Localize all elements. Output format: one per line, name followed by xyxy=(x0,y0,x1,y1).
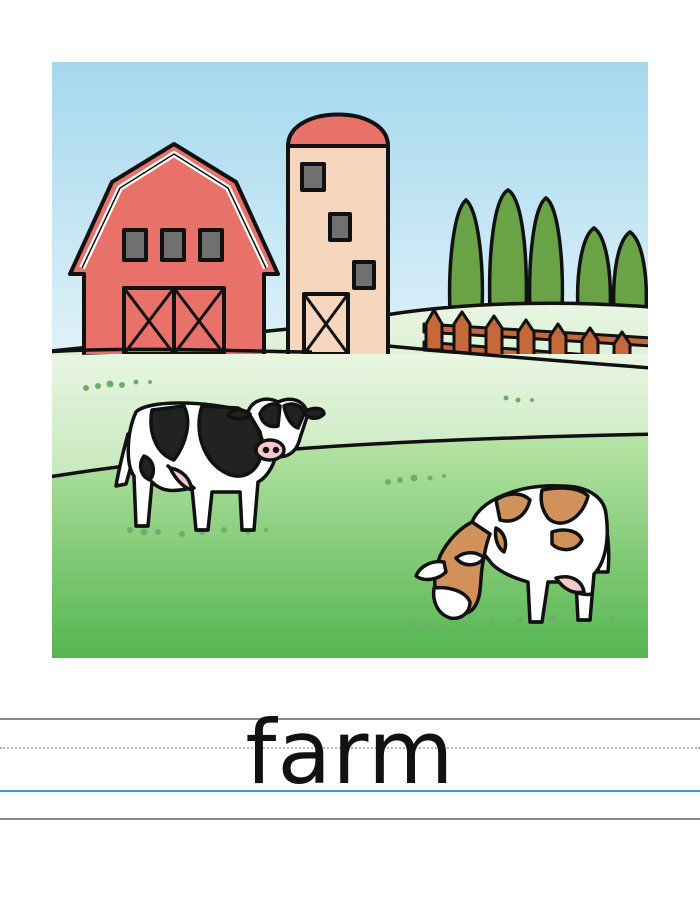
bottom-line xyxy=(0,818,700,820)
farm-illustration xyxy=(52,62,648,658)
vocabulary-card: farm xyxy=(0,0,700,900)
vocabulary-word: farm xyxy=(245,701,455,804)
silo-icon xyxy=(286,112,390,358)
farm-scene xyxy=(52,62,648,658)
